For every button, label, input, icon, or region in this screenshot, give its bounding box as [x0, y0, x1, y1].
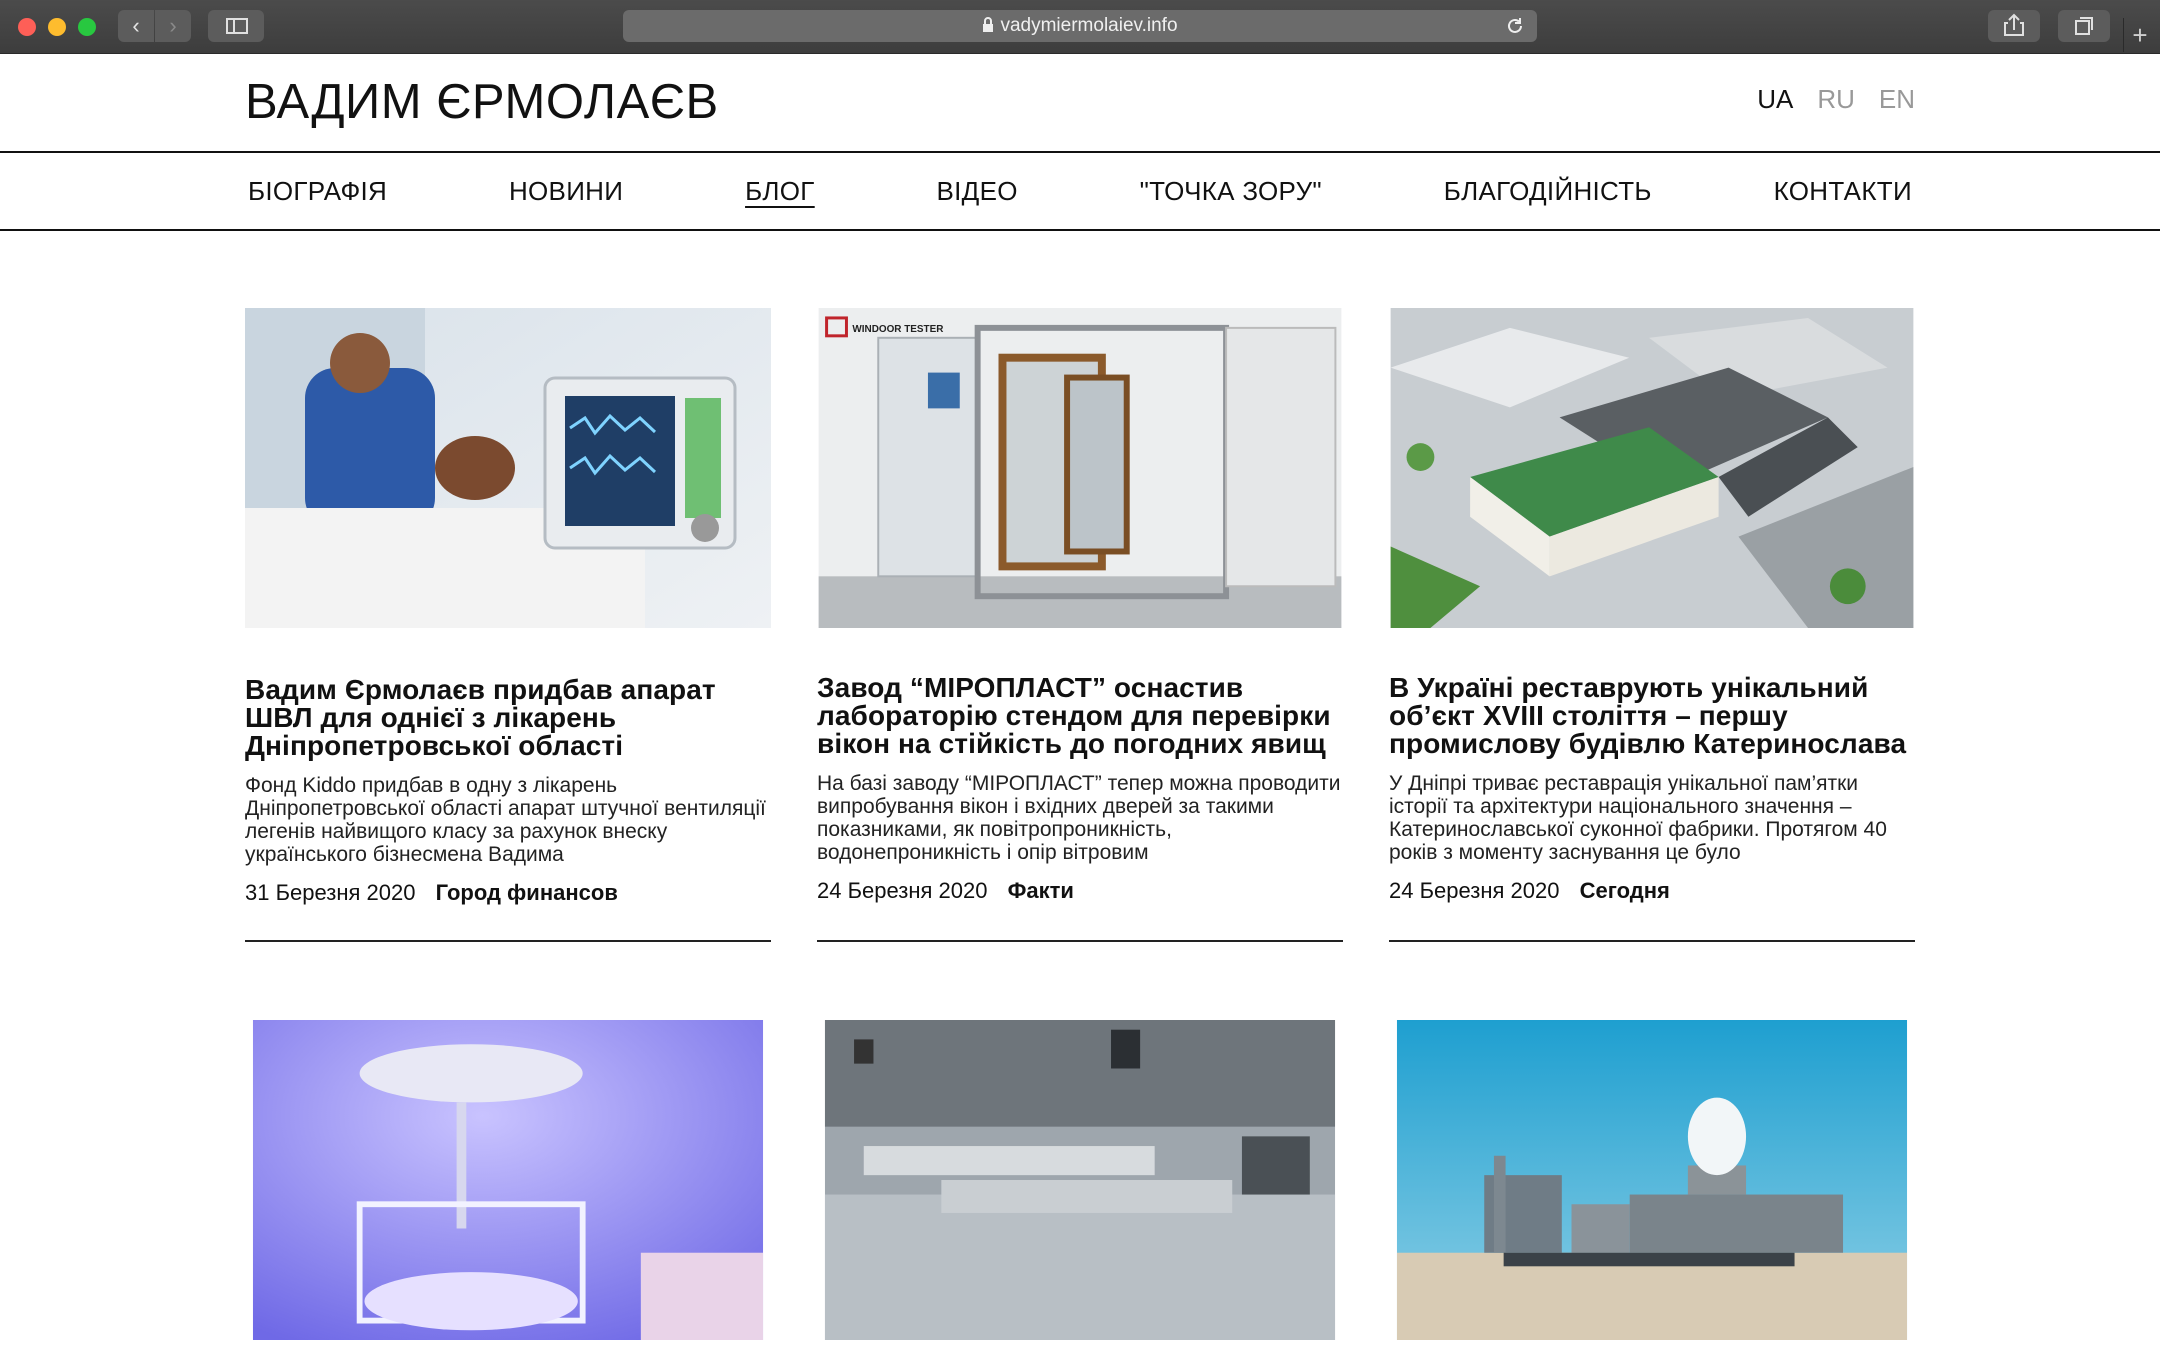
nav-blog[interactable]: БЛОГ	[742, 176, 818, 207]
post-date: 31 Березня 2020	[245, 880, 416, 905]
post-date: 24 Березня 2020	[817, 878, 988, 903]
ventilator-hospital-photo	[245, 308, 771, 628]
post-date: 24 Березня 2020	[1389, 878, 1560, 903]
blog-card: В Україні реставрують унікальний об’єкт …	[1389, 308, 1915, 942]
blog-card: WINDOOR TESTER Завод “МІРОПЛАСТ” оснасти…	[817, 308, 1343, 942]
nav-contacts[interactable]: КОНТАКТИ	[1771, 176, 1915, 207]
window-test-stand-photo: WINDOOR TESTER	[818, 308, 1342, 628]
sidebar-icon	[226, 18, 248, 34]
industrial-site-photo	[1396, 1020, 1908, 1340]
post-image-link[interactable]	[817, 1020, 1343, 1344]
factory-hall-photo	[824, 1020, 1336, 1340]
url-text: vadymiermolaiev.info	[1000, 15, 1178, 36]
nav-news[interactable]: НОВИНИ	[506, 176, 626, 207]
blog-card	[1389, 1020, 1915, 1345]
lang-ua[interactable]: UA	[1757, 84, 1793, 115]
blog-card	[245, 1020, 771, 1345]
card-divider	[245, 940, 771, 942]
nav-charity[interactable]: БЛАГОДІЙНІСТЬ	[1441, 176, 1655, 207]
close-window-button[interactable]	[18, 18, 36, 36]
site-logo[interactable]: ВАДИМ ЄРМОЛАЄВ	[245, 70, 719, 134]
post-title-link[interactable]: Вадим Єрмолаєв придбав апарат ШВЛ для од…	[245, 674, 716, 761]
tabs-overview-button[interactable]	[2058, 10, 2110, 42]
nav-point-of-view[interactable]: "ТОЧКА ЗОРУ"	[1137, 176, 1325, 207]
post-source: Сегодня	[1579, 878, 1670, 903]
post-excerpt: Фонд Kiddo придбав в одну з лікарень Дні…	[245, 774, 766, 866]
post-meta: 31 Березня 2020 Город финансов	[245, 880, 771, 906]
post-image-link[interactable]: WINDOOR TESTER	[817, 308, 1343, 632]
minimize-window-button[interactable]	[48, 18, 66, 36]
post-excerpt: У Дніпрі триває реставрація унікальної п…	[1389, 772, 1887, 864]
plus-icon[interactable]: +	[2123, 18, 2156, 52]
nav-biography[interactable]: БІОГРАФІЯ	[245, 176, 390, 207]
post-meta: 24 Березня 2020 Сегодня	[1389, 878, 1915, 904]
blog-card: Вадим Єрмолаєв придбав апарат ШВЛ для од…	[245, 308, 771, 942]
share-icon	[2004, 13, 2024, 36]
building-render-aerial	[1390, 308, 1914, 628]
back-arrow-icon[interactable]: ‹	[118, 10, 154, 42]
lock-icon	[983, 17, 994, 32]
nav-video[interactable]: ВІДЕО	[934, 176, 1021, 207]
zoom-window-button[interactable]	[78, 18, 96, 36]
card-divider	[817, 940, 1343, 942]
post-image-link[interactable]	[1389, 1020, 1915, 1344]
post-image-link[interactable]	[245, 1020, 771, 1344]
sidebar-button[interactable]	[208, 10, 264, 42]
share-button[interactable]	[1988, 10, 2040, 42]
post-title-link[interactable]: Завод “МІРОПЛАСТ” оснастив лабораторію с…	[817, 672, 1331, 759]
post-source: Факти	[1007, 878, 1074, 903]
lang-ru[interactable]: RU	[1817, 84, 1855, 115]
main-navigation: БІОГРАФІЯ НОВИНИ БЛОГ ВІДЕО "ТОЧКА ЗОРУ"…	[245, 153, 1915, 229]
post-image-link[interactable]	[245, 308, 771, 632]
post-source: Город финансов	[435, 880, 618, 905]
blog-card	[817, 1020, 1343, 1345]
card-divider	[1389, 940, 1915, 942]
nav-divider	[0, 229, 2160, 231]
post-excerpt: На базі заводу “МІРОПЛАСТ” тепер можна п…	[817, 772, 1341, 864]
post-title-link[interactable]: В Україні реставрують унікальний об’єкт …	[1389, 672, 1906, 759]
reload-icon[interactable]	[1505, 16, 1525, 36]
lang-en[interactable]: EN	[1879, 84, 1915, 115]
post-image-link[interactable]	[1389, 308, 1915, 632]
language-switcher: UA RU EN	[1757, 84, 1915, 115]
incubator-photo	[252, 1020, 764, 1340]
browser-toolbar: ‹ › vadymiermolaiev.info +	[0, 0, 2160, 54]
forward-arrow-icon[interactable]: ›	[155, 10, 191, 42]
tabs-icon	[2075, 17, 2093, 35]
address-bar[interactable]: vadymiermolaiev.info	[623, 10, 1537, 42]
post-meta: 24 Березня 2020 Факти	[817, 878, 1343, 904]
windoor-tester-label: WINDOOR TESTER	[852, 324, 943, 335]
